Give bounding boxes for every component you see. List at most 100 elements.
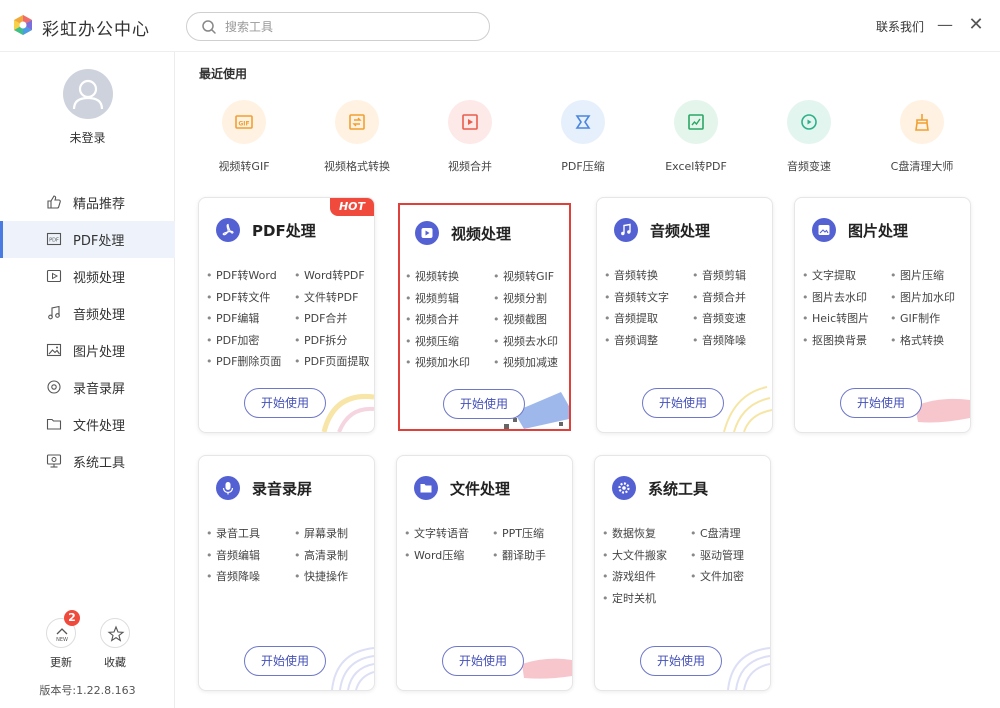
feature-item[interactable]: 快捷操作 xyxy=(294,569,372,585)
start-button[interactable]: 开始使用 xyxy=(642,388,724,418)
feature-item[interactable]: 文字转语音 xyxy=(404,526,492,542)
card-system-tools[interactable]: 系统工具 数据恢复 C盘清理 大文件搬家 驱动管理 游戏组件 文件加密 定时关机… xyxy=(594,455,771,691)
feature-item[interactable]: 图片压缩 xyxy=(890,268,968,284)
card-feature-list: 文字提取 图片压缩 图片去水印 图片加水印 Heic转图片 GIF制作 抠图换背… xyxy=(802,268,968,348)
start-button[interactable]: 开始使用 xyxy=(443,389,525,419)
start-button[interactable]: 开始使用 xyxy=(442,646,524,676)
feature-item[interactable]: 视频压缩 xyxy=(405,334,493,350)
feature-item[interactable]: PDF页面提取 xyxy=(294,354,372,370)
image-icon xyxy=(818,225,830,235)
close-button[interactable]: ✕ xyxy=(966,14,986,36)
feature-item[interactable]: 抠图换背景 xyxy=(802,333,890,349)
sidebar-item-recording[interactable]: 录音录屏 xyxy=(0,369,175,406)
feature-item[interactable]: 音频提取 xyxy=(604,311,692,327)
feature-item[interactable]: 驱动管理 xyxy=(690,548,768,564)
feature-item[interactable]: 音频转换 xyxy=(604,268,692,284)
feature-item[interactable]: PDF合并 xyxy=(294,311,372,327)
feature-item[interactable]: 视频转换 xyxy=(405,269,493,285)
feature-item[interactable]: 音频合并 xyxy=(692,290,770,306)
feature-item[interactable]: 音频转文字 xyxy=(604,290,692,306)
feature-item[interactable]: PDF加密 xyxy=(206,333,294,349)
feature-item[interactable]: 数据恢复 xyxy=(602,526,690,542)
feature-item[interactable]: 视频加水印 xyxy=(405,355,493,371)
recent-icon-bg xyxy=(900,100,944,144)
card-audio[interactable]: 音频处理 音频转换 音频剪辑 音频转文字 音频合并 音频提取 音频变速 音频调整… xyxy=(596,197,773,433)
feature-item[interactable]: 定时关机 xyxy=(602,591,690,607)
sidebar-item-image[interactable]: 图片处理 xyxy=(0,332,175,369)
feature-item[interactable]: 翻译助手 xyxy=(492,548,570,564)
sidebar-item-recommended[interactable]: 精品推荐 xyxy=(0,184,175,221)
feature-item[interactable]: 音频降噪 xyxy=(206,569,294,585)
favorites-button[interactable] xyxy=(100,618,130,648)
recent-item-disk-clean[interactable]: C盘清理大师 xyxy=(867,100,977,180)
card-files[interactable]: 文件处理 文字转语音 PPT压缩 Word压缩 翻译助手 开始使用 xyxy=(396,455,573,691)
card-title: 文件处理 xyxy=(450,479,511,498)
feature-item[interactable]: PDF转Word xyxy=(206,268,294,284)
sidebar-item-pdf[interactable]: PDF PDF处理 xyxy=(0,221,175,258)
minimize-button[interactable]: — xyxy=(936,14,954,36)
feature-item[interactable]: 音频剪辑 xyxy=(692,268,770,284)
card-icon-bg xyxy=(216,476,240,500)
feature-item[interactable]: 高清录制 xyxy=(294,548,372,564)
search-box[interactable] xyxy=(186,12,490,41)
avatar[interactable] xyxy=(63,69,113,119)
feature-item[interactable]: Word转PDF xyxy=(294,268,372,284)
feature-item[interactable]: 视频剪辑 xyxy=(405,291,493,307)
feature-item[interactable]: 音频调整 xyxy=(604,333,692,349)
app-logo-icon xyxy=(14,15,32,35)
feature-item[interactable]: GIF制作 xyxy=(890,311,968,327)
contact-us-link[interactable]: 联系我们 xyxy=(876,18,924,35)
feature-item[interactable]: PPT压缩 xyxy=(492,526,570,542)
search-input[interactable] xyxy=(225,17,475,37)
recent-item-label: Excel转PDF xyxy=(665,160,727,173)
sidebar-item-label: 音频处理 xyxy=(73,308,126,323)
login-status[interactable]: 未登录 xyxy=(0,129,175,146)
feature-item[interactable]: PDF删除页面 xyxy=(206,354,294,370)
feature-item[interactable]: 视频分割 xyxy=(493,291,569,307)
feature-item[interactable]: 大文件搬家 xyxy=(602,548,690,564)
start-button[interactable]: 开始使用 xyxy=(244,388,326,418)
feature-item[interactable]: Word压缩 xyxy=(404,548,492,564)
start-button[interactable]: 开始使用 xyxy=(244,646,326,676)
recent-item-label: 视频格式转换 xyxy=(324,160,390,173)
feature-item[interactable]: C盘清理 xyxy=(690,526,768,542)
card-recording[interactable]: 录音录屏 录音工具 屏幕录制 音频编辑 高清录制 音频降噪 快捷操作 开始使用 xyxy=(198,455,375,691)
feature-item[interactable]: PDF转文件 xyxy=(206,290,294,306)
feature-item[interactable]: 录音工具 xyxy=(206,526,294,542)
feature-item[interactable]: 视频截图 xyxy=(493,312,569,328)
card-image[interactable]: 图片处理 文字提取 图片压缩 图片去水印 图片加水印 Heic转图片 GIF制作… xyxy=(794,197,971,433)
card-pdf[interactable]: HOT PDF处理 PDF转Word Word转PDF PDF转文件 文件转PD… xyxy=(198,197,375,433)
feature-item[interactable]: 音频编辑 xyxy=(206,548,294,564)
card-video[interactable]: 视频处理 视频转换 视频转GIF 视频剪辑 视频分割 视频合并 视频截图 视频压… xyxy=(398,203,571,431)
sidebar-item-audio[interactable]: 音频处理 xyxy=(0,295,175,332)
feature-item[interactable]: 图片加水印 xyxy=(890,290,968,306)
feature-item[interactable]: 音频变速 xyxy=(692,311,770,327)
feature-item[interactable]: 图片去水印 xyxy=(802,290,890,306)
feature-item[interactable]: PDF拆分 xyxy=(294,333,372,349)
feature-item[interactable]: Heic转图片 xyxy=(802,311,890,327)
feature-item[interactable]: 文字提取 xyxy=(802,268,890,284)
recent-item-video-merge[interactable]: 视频合并 xyxy=(415,100,525,180)
feature-item[interactable]: 视频合并 xyxy=(405,312,493,328)
recent-item-video-format[interactable]: 视频格式转换 xyxy=(302,100,412,180)
recent-item-pdf-compress[interactable]: PDF压缩 xyxy=(528,100,638,180)
update-count-badge: 2 xyxy=(64,610,80,626)
feature-item[interactable]: 文件加密 xyxy=(690,569,768,585)
sidebar-item-system[interactable]: 系统工具 xyxy=(0,443,175,480)
feature-item[interactable]: 视频转GIF xyxy=(493,269,569,285)
feature-item[interactable]: 游戏组件 xyxy=(602,569,690,585)
start-button[interactable]: 开始使用 xyxy=(640,646,722,676)
sidebar-item-files[interactable]: 文件处理 xyxy=(0,406,175,443)
feature-item[interactable]: 视频加减速 xyxy=(493,355,569,371)
recent-item-video-gif[interactable]: GIF 视频转GIF xyxy=(189,100,299,180)
start-button[interactable]: 开始使用 xyxy=(840,388,922,418)
sidebar-item-video[interactable]: 视频处理 xyxy=(0,258,175,295)
feature-item[interactable]: 视频去水印 xyxy=(493,334,569,350)
feature-item[interactable]: 音频降噪 xyxy=(692,333,770,349)
feature-item[interactable]: 格式转换 xyxy=(890,333,968,349)
feature-item[interactable]: 文件转PDF xyxy=(294,290,372,306)
feature-item[interactable]: 屏幕录制 xyxy=(294,526,372,542)
recent-item-excel-pdf[interactable]: Excel转PDF xyxy=(641,100,751,180)
recent-item-audio-speed[interactable]: 音频变速 xyxy=(754,100,864,180)
feature-item[interactable]: PDF编辑 xyxy=(206,311,294,327)
